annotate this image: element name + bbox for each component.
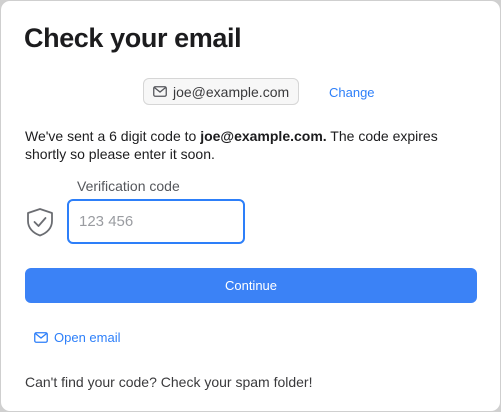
open-email-label: Open email bbox=[54, 330, 121, 345]
mail-icon bbox=[153, 86, 167, 97]
continue-button[interactable]: Continue bbox=[25, 268, 477, 303]
instruction-text: We've sent a 6 digit code to joe@example… bbox=[25, 127, 445, 163]
shield-check-icon bbox=[25, 207, 55, 237]
verification-dialog: Check your email joe@example.com Change … bbox=[0, 0, 501, 412]
change-email-link[interactable]: Change bbox=[329, 85, 375, 100]
verification-code-input[interactable] bbox=[67, 199, 245, 244]
message-email: joe@example.com. bbox=[200, 128, 327, 144]
mail-icon bbox=[34, 332, 48, 343]
message-before: We've sent a 6 digit code to bbox=[25, 128, 201, 144]
page-title: Check your email bbox=[24, 23, 242, 53]
email-address: joe@example.com bbox=[173, 83, 290, 100]
open-email-link[interactable]: Open email bbox=[34, 330, 120, 345]
verification-code-label: Verification code bbox=[77, 178, 180, 194]
spam-hint-text: Can't find your code? Check your spam fo… bbox=[25, 374, 313, 390]
email-pill: joe@example.com bbox=[143, 78, 299, 105]
